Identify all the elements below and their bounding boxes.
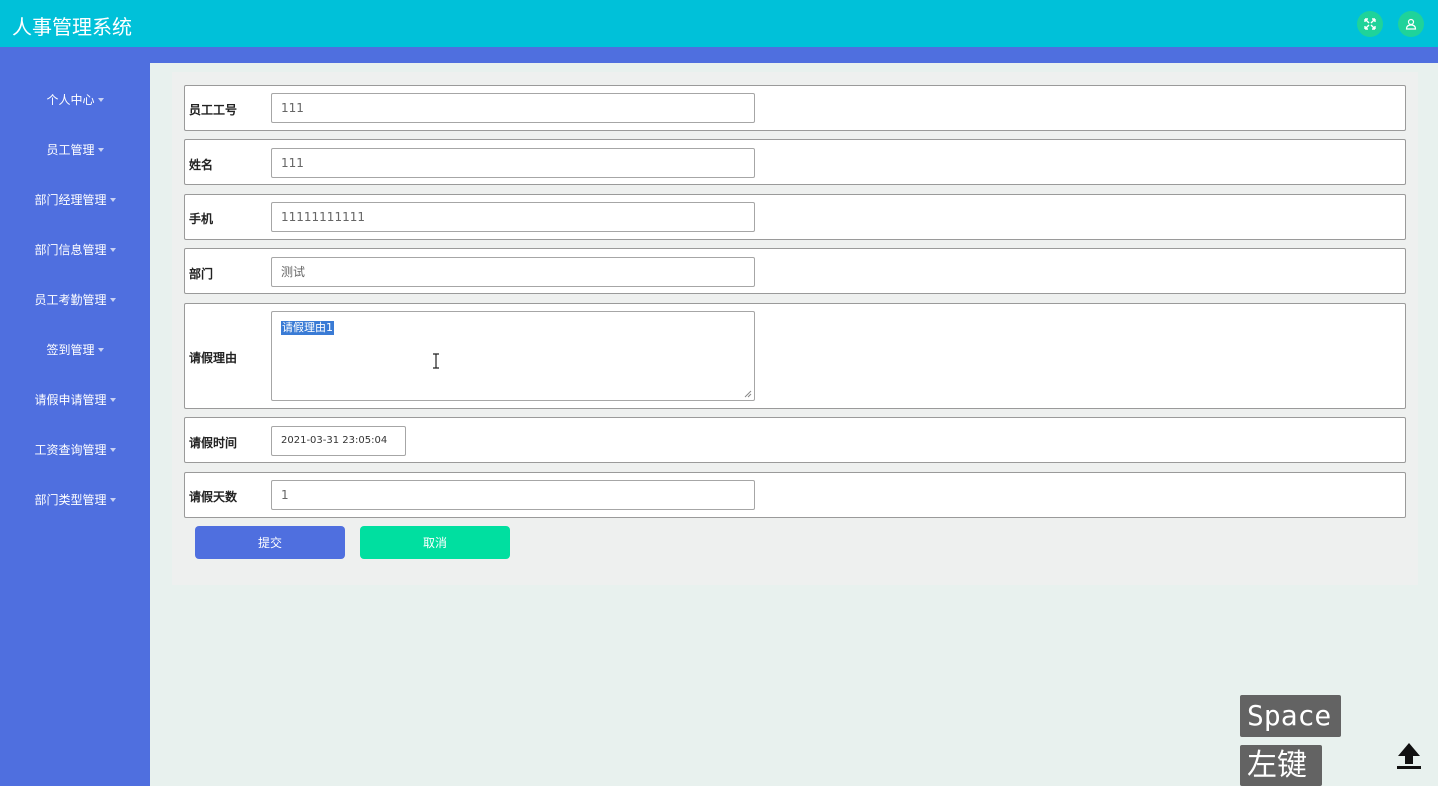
caret-down-icon bbox=[97, 147, 104, 152]
sidebar-item-label: 部门信息管理 bbox=[34, 243, 107, 257]
sidebar-item-employee-management[interactable]: 员工管理 bbox=[0, 141, 150, 161]
app-title: 人事管理系统 bbox=[12, 15, 132, 39]
text-cursor-icon bbox=[433, 353, 439, 369]
department-label: 部门 bbox=[189, 267, 214, 281]
user-button[interactable] bbox=[1398, 11, 1424, 37]
top-bar: 人事管理系统 bbox=[0, 0, 1438, 47]
sidebar-item-department-info[interactable]: 部门信息管理 bbox=[0, 241, 150, 261]
caret-down-icon bbox=[97, 97, 104, 102]
caret-down-icon bbox=[109, 397, 116, 402]
leave-days-label: 请假天数 bbox=[189, 490, 238, 504]
resize-grip-icon[interactable] bbox=[744, 390, 752, 398]
left-click-overlay: 左键 bbox=[1240, 745, 1322, 786]
sidebar-item-label: 请假申请管理 bbox=[34, 393, 107, 407]
leave-time-input[interactable]: 2021-03-31 23:05:04 bbox=[271, 426, 406, 456]
employee-no-input[interactable]: 111 bbox=[271, 93, 755, 123]
form-row-leave-reason: 请假理由 请假理由1 bbox=[184, 303, 1406, 409]
phone-input[interactable]: 11111111111 bbox=[271, 202, 755, 232]
form-row-leave-time: 请假时间 2021-03-31 23:05:04 bbox=[184, 417, 1406, 463]
space-key-overlay: Space bbox=[1240, 695, 1341, 737]
phone-label: 手机 bbox=[189, 212, 214, 226]
breadcrumb-bar bbox=[150, 47, 1438, 63]
name-input[interactable]: 111 bbox=[271, 148, 755, 178]
form-row-department: 部门 测试 bbox=[184, 248, 1406, 294]
expand-icon bbox=[1364, 18, 1376, 30]
leave-days-input[interactable]: 1 bbox=[271, 480, 755, 510]
sidebar-item-attendance[interactable]: 员工考勤管理 bbox=[0, 291, 150, 311]
fullscreen-button[interactable] bbox=[1357, 11, 1383, 37]
user-icon bbox=[1405, 18, 1417, 30]
caret-down-icon bbox=[109, 247, 116, 252]
sidebar-item-leave-application[interactable]: 请假申请管理 bbox=[0, 391, 150, 411]
back-to-top-icon[interactable] bbox=[1395, 740, 1423, 770]
sidebar-item-personal-center[interactable]: 个人中心 bbox=[0, 91, 150, 111]
sidebar-item-label: 部门经理管理 bbox=[34, 193, 107, 207]
sidebar-item-label: 部门类型管理 bbox=[34, 493, 107, 507]
cancel-button[interactable]: 取消 bbox=[360, 526, 510, 559]
department-input[interactable]: 测试 bbox=[271, 257, 755, 287]
caret-down-icon bbox=[109, 297, 116, 302]
caret-down-icon bbox=[109, 197, 116, 202]
leave-reason-textarea[interactable]: 请假理由1 bbox=[271, 311, 755, 401]
caret-down-icon bbox=[109, 497, 116, 502]
name-label: 姓名 bbox=[189, 158, 214, 172]
sidebar-item-label: 签到管理 bbox=[46, 343, 95, 357]
sidebar-item-salary-query[interactable]: 工资查询管理 bbox=[0, 441, 150, 461]
leave-reason-text: 请假理由1 bbox=[281, 321, 334, 335]
form-row-phone: 手机 11111111111 bbox=[184, 194, 1406, 240]
sidebar-item-label: 员工考勤管理 bbox=[34, 293, 107, 307]
sidebar-item-manager-management[interactable]: 部门经理管理 bbox=[0, 191, 150, 211]
caret-down-icon bbox=[97, 347, 104, 352]
form-row-name: 姓名 111 bbox=[184, 139, 1406, 185]
leave-time-label: 请假时间 bbox=[189, 436, 238, 450]
sidebar-item-label: 个人中心 bbox=[46, 93, 95, 107]
form-row-employee-no: 员工工号 111 bbox=[184, 85, 1406, 131]
leave-reason-label: 请假理由 bbox=[189, 351, 238, 365]
caret-down-icon bbox=[109, 447, 116, 452]
sidebar-item-checkin[interactable]: 签到管理 bbox=[0, 341, 150, 361]
sidebar-item-label: 员工管理 bbox=[46, 143, 95, 157]
employee-no-label: 员工工号 bbox=[189, 103, 238, 117]
sidebar-item-label: 工资查询管理 bbox=[34, 443, 107, 457]
submit-button[interactable]: 提交 bbox=[195, 526, 345, 559]
sidebar-item-department-type[interactable]: 部门类型管理 bbox=[0, 491, 150, 511]
form-row-leave-days: 请假天数 1 bbox=[184, 472, 1406, 518]
